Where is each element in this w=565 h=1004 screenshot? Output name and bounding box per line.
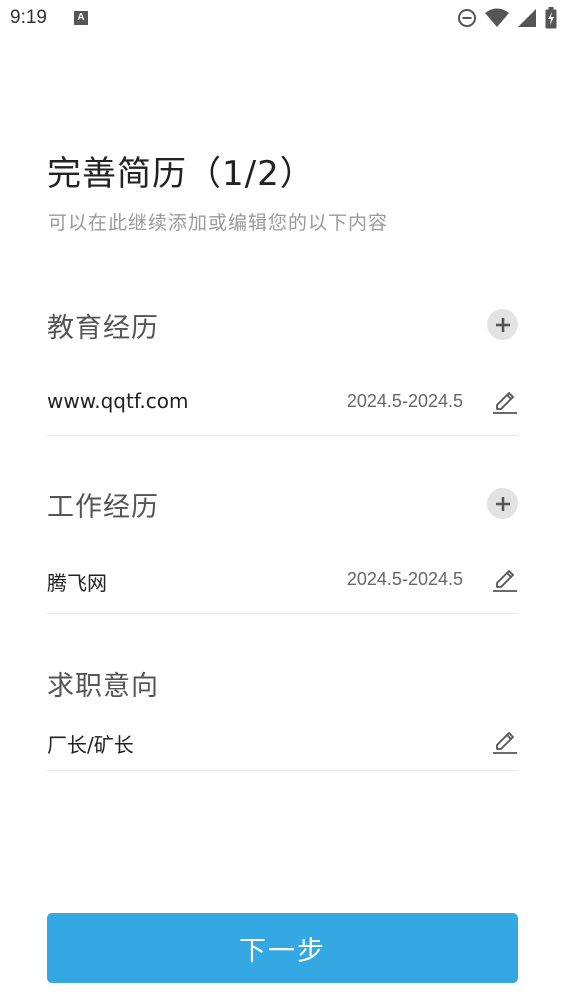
plus-icon	[495, 317, 510, 332]
status-bar: 9:19 A	[0, 0, 565, 38]
edit-intention-button[interactable]	[492, 726, 518, 754]
signal-icon	[518, 9, 536, 27]
edit-icon	[493, 570, 517, 592]
work-section-title: 工作经历	[47, 492, 159, 523]
add-education-button[interactable]	[487, 309, 518, 340]
resume-completion-screen: 9:19 A 完善简历（1/2） 可以在此继续添加或编辑您的以下内容 教育经历	[0, 0, 565, 1004]
education-section-title: 教育经历	[47, 313, 159, 344]
dnd-icon	[458, 9, 476, 27]
page-subtitle: 可以在此继续添加或编辑您的以下内容	[48, 212, 389, 234]
work-item[interactable]: 腾飞网 2024.5-2024.5	[47, 551, 518, 614]
work-item-date: 2024.5-2024.5	[346, 569, 463, 589]
edit-work-button[interactable]	[492, 564, 518, 592]
work-item-name: 腾飞网	[47, 571, 107, 595]
wifi-icon	[485, 8, 509, 27]
intention-value: 厂长/矿长	[47, 733, 134, 757]
a-icon: A	[74, 11, 88, 25]
status-time: 9:19	[10, 7, 47, 28]
page-title: 完善简历（1/2）	[47, 154, 315, 194]
status-icons	[457, 7, 557, 29]
edit-icon	[493, 732, 517, 754]
education-item-name: www.qqtf.com	[47, 389, 189, 413]
intention-item[interactable]: 厂长/矿长	[47, 713, 518, 771]
add-work-button[interactable]	[487, 488, 518, 519]
education-item-date: 2024.5-2024.5	[346, 391, 463, 411]
battery-charging-icon	[545, 7, 557, 29]
intention-section-title: 求职意向	[47, 671, 159, 702]
plus-icon	[495, 496, 510, 511]
edit-education-button[interactable]	[492, 386, 518, 414]
edit-icon	[493, 392, 517, 414]
education-item[interactable]: www.qqtf.com 2024.5-2024.5	[47, 373, 518, 436]
next-step-button[interactable]: 下一步	[47, 913, 518, 983]
